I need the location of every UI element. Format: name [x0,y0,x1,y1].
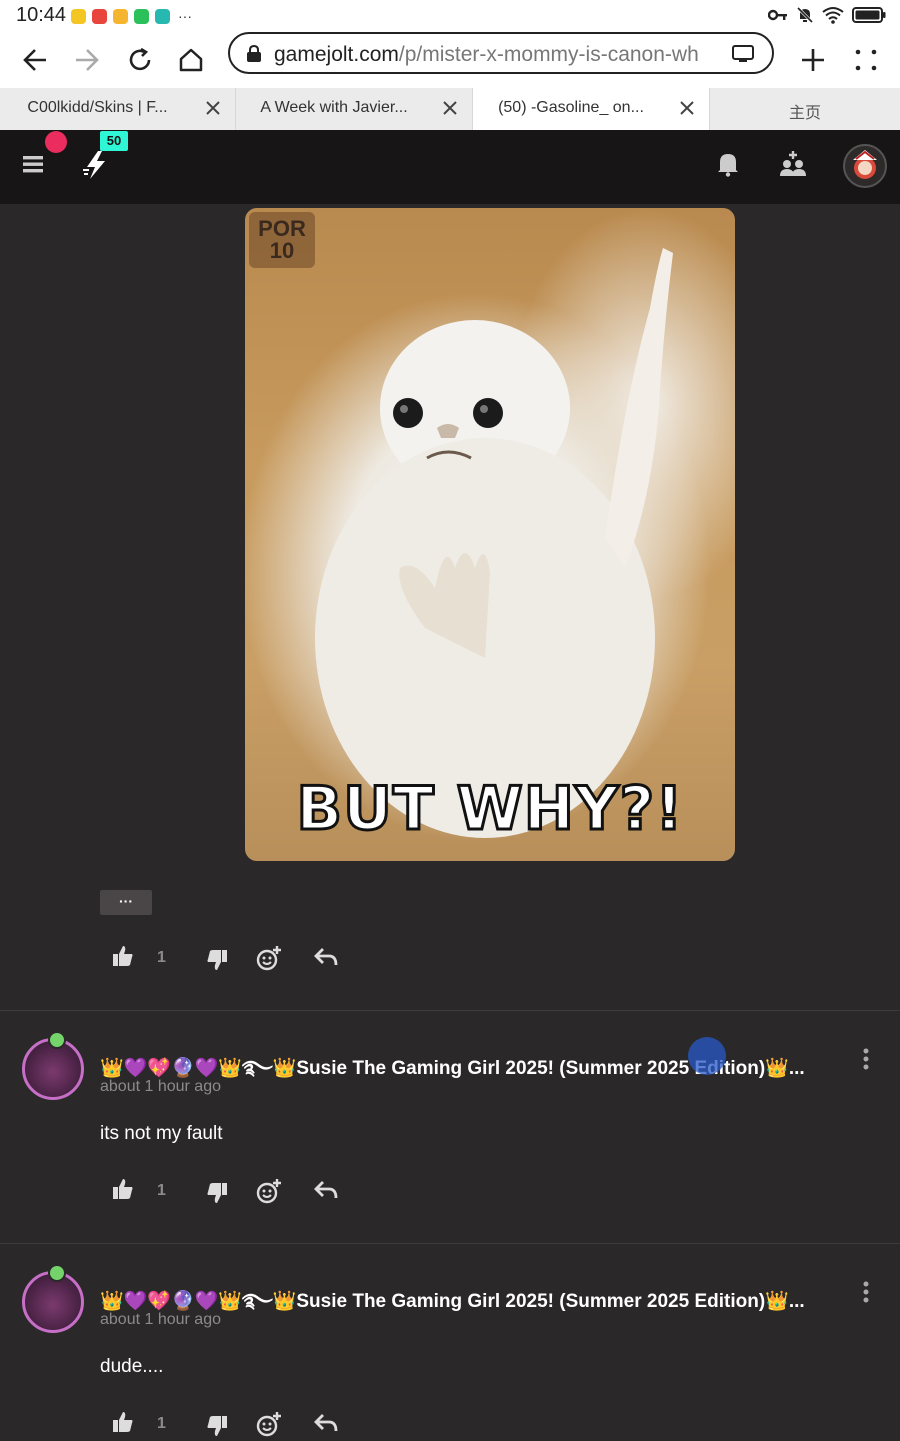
comment-text: dude.... [100,1356,164,1377]
tab-label: (50) -Gasoline_ on... [498,99,644,116]
touch-cursor-indicator [688,1037,726,1075]
browser-menu-button[interactable] [848,42,884,78]
reply-icon[interactable] [314,1180,338,1200]
shield-notification-icon [155,8,170,24]
add-reaction-icon[interactable] [256,1178,282,1204]
forward-button[interactable] [69,42,105,78]
back-button[interactable] [17,42,53,78]
like-count: 1 [157,1415,166,1432]
like-count: 1 [157,1182,166,1199]
mute-bell-icon [796,6,814,24]
like-count: 1 [157,949,166,966]
comment-avatar[interactable] [22,1031,84,1100]
url-text: gamejolt.com/p/mister-x-mommy-is-canon-w… [274,43,730,67]
tab-label: A Week with Javier... [260,99,408,116]
app-notification-icon [71,8,86,24]
status-app-icons: ··· [71,8,192,24]
wifi-icon [822,7,844,24]
tab-week-with-javier[interactable]: A Week with Javier... [236,88,473,130]
comment-divider [0,1010,900,1011]
mail-notification-icon [113,8,128,24]
thumbs-down-icon[interactable] [206,1415,228,1437]
lightning-bolt-icon[interactable] [82,150,110,180]
tab-label: C00lkidd/Skins | F... [27,99,168,116]
thumbs-up-icon[interactable] [112,1178,134,1200]
screen-mode-icon[interactable] [732,45,754,63]
url-path: /p/mister-x-mommy-is-canon-wh [398,43,699,66]
home-button[interactable] [173,42,209,78]
more-options-icon[interactable] [858,1279,874,1309]
avatar-badge [48,1031,66,1049]
status-time: 10:44 [16,4,67,26]
lock-icon [247,45,261,62]
comment-actions: 1 [112,1411,372,1441]
post-actions: 1 [112,945,372,975]
thumbs-down-icon[interactable] [206,949,228,971]
battery-icon [852,7,886,23]
chat-notification-icon [134,8,149,24]
tab-strip: C00lkidd/Skins | F... A Week with Javier… [0,88,900,130]
post-image[interactable]: POR 10 BUT WHY?! [245,208,735,861]
address-bar[interactable]: gamejolt.com/p/mister-x-mommy-is-canon-w… [228,32,774,74]
comment-timestamp[interactable]: about 1 hour ago [100,1311,221,1329]
reply-icon[interactable] [314,947,338,967]
notification-count-badge: 50 [100,131,128,151]
thumbs-up-icon[interactable] [112,945,134,967]
image-caption: BUT WHY?! [295,773,684,846]
notification-dot [45,131,67,153]
tab-gasoline-active[interactable]: (50) -Gasoline_ on... [473,88,710,130]
white-creature-illustration [315,248,673,838]
new-tab-button[interactable] [795,42,831,78]
close-icon[interactable] [442,100,458,116]
key-icon [768,9,787,21]
tab-home[interactable]: 主页 [710,88,900,130]
arrow-right-icon [76,49,99,71]
arrow-left-icon [23,49,46,71]
status-right-icons [768,6,886,24]
comment-timestamp[interactable]: about 1 hour ago [100,1078,221,1096]
browser-toolbar: gamejolt.com/p/mister-x-mommy-is-canon-w… [0,32,900,88]
app-notification-icon [92,8,107,24]
tab-label: 主页 [788,105,821,122]
friend-requests-icon[interactable] [780,150,806,176]
add-reaction-icon[interactable] [256,1411,282,1437]
close-icon[interactable] [205,100,221,116]
hamburger-menu-icon[interactable] [23,154,43,174]
more-notifications-icon: ··· [178,8,192,24]
user-avatar[interactable] [843,144,887,188]
reply-icon[interactable] [314,1413,338,1433]
url-host: gamejolt.com [274,43,399,66]
comment-text: its not my fault [100,1123,223,1144]
thumbs-up-icon[interactable] [112,1411,134,1433]
status-bar: 10:44 ··· [0,0,900,32]
notification-bell-icon[interactable] [716,151,740,177]
reload-icon [129,47,151,71]
expand-post-button[interactable]: ··· [100,890,152,915]
comment-divider [0,1243,900,1244]
thumbs-down-icon[interactable] [206,1182,228,1204]
comment-actions: 1 [112,1178,372,1208]
close-icon[interactable] [679,100,695,116]
tab-coolkidd-skins[interactable]: C00lkidd/Skins | F... [0,88,236,130]
plus-icon [802,49,824,71]
add-reaction-icon[interactable] [256,945,282,971]
site-header [0,130,900,204]
avatar-character-icon [853,150,877,179]
avatar-badge [48,1264,66,1282]
grid-dots-icon [855,49,877,71]
more-options-icon[interactable] [858,1046,874,1076]
reload-button[interactable] [122,42,158,78]
home-icon [179,48,203,72]
comment-avatar[interactable] [22,1264,84,1333]
